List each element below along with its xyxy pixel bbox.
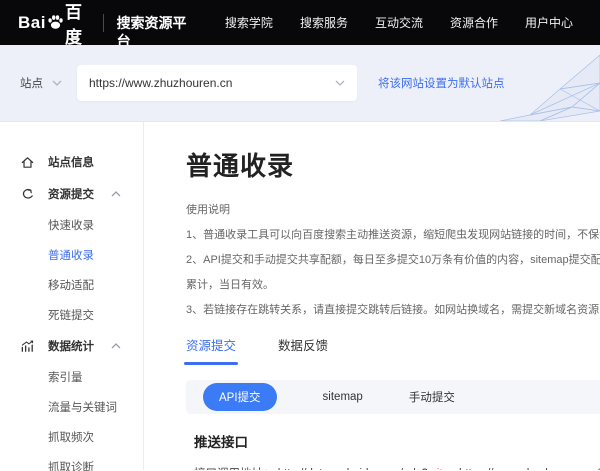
baidu-logo[interactable]: Bai 百度 [18, 0, 91, 48]
submit-method-bar: API提交 sitemap 手动提交 [186, 380, 600, 414]
subtab-api-submit[interactable]: API提交 [203, 383, 277, 411]
main-area: 站点信息 资源提交 快速收录 普通收录 移动适配 死链提交 [0, 122, 600, 470]
chevron-down-icon [335, 80, 345, 86]
sidebar-item-dead-link-submit[interactable]: 死链提交 [0, 300, 143, 330]
nav-item-user-center[interactable]: 用户中心 [525, 14, 573, 31]
usage-line-2: 2、API提交和手动提交共享配额，每日至多提交10万条有价值的内容，sitema… [186, 248, 600, 273]
sidebar: 站点信息 资源提交 快速收录 普通收录 移动适配 死链提交 [0, 122, 144, 470]
url-param-site: site [431, 468, 449, 470]
sidebar-item-index-volume[interactable]: 索引量 [0, 362, 143, 392]
nav-item-search-service[interactable]: 搜索服务 [300, 14, 348, 31]
nav-item-resource-coop[interactable]: 资源合作 [450, 14, 498, 31]
site-url-value: https://www.zhuzhouren.cn [89, 76, 232, 90]
sidebar-item-traffic-keywords[interactable]: 流量与关键词 [0, 392, 143, 422]
tab-data-feedback[interactable]: 数据反馈 [278, 335, 328, 365]
url-part: http://data.zz.baidu.com/urls? [278, 468, 428, 470]
sidebar-item-resource-submit[interactable]: 资源提交 [0, 178, 143, 210]
logo-text-bai: Bai [18, 13, 46, 33]
logo-text-du: 百度 [65, 0, 91, 48]
site-label-dropdown[interactable]: 站点 [20, 75, 62, 91]
site-label-text: 站点 [20, 75, 43, 91]
site-url-select[interactable]: https://www.zhuzhouren.cn [77, 65, 357, 101]
home-icon [20, 154, 36, 170]
page-title: 普通收录 [186, 146, 600, 183]
bar-chart-icon [20, 338, 36, 354]
sidebar-label: 站点信息 [48, 154, 121, 170]
submit-arrow-icon [20, 186, 36, 202]
usage-line-3: 3、若链接存在跳转关系，请直接提交跳转后链接。如网站换域名，需提交新域名资源；进… [186, 298, 600, 323]
sidebar-item-data-statistics[interactable]: 数据统计 [0, 330, 143, 362]
usage-line-1: 1、普通收录工具可以向百度搜索主动推送资源，缩短爬虫发现网站链接的时间，不保证收… [186, 223, 600, 248]
sidebar-item-site-info[interactable]: 站点信息 [0, 146, 143, 178]
sidebar-label: 数据统计 [48, 338, 111, 354]
sidebar-label: 资源提交 [48, 186, 111, 202]
subtab-manual-submit[interactable]: 手动提交 [409, 389, 455, 405]
interface-call-address: 接口调用地址： http://data.zz.baidu.com/urls? s… [194, 465, 600, 470]
content-tabs: 资源提交 数据反馈 [186, 335, 600, 365]
chevron-up-icon[interactable] [111, 343, 121, 349]
set-default-site-link[interactable]: 将该网站设置为默认站点 [378, 75, 505, 91]
baidu-paw-icon [47, 14, 64, 31]
top-nav-items: 搜索学院 搜索服务 互动交流 资源合作 用户中心 [225, 14, 600, 31]
usage-line-2-cont: 累计，当日有效。 [186, 273, 600, 298]
sidebar-item-fast-inclusion[interactable]: 快速收录 [0, 210, 143, 240]
content-area: 普通收录 使用说明 1、普通收录工具可以向百度搜索主动推送资源，缩短爬虫发现网站… [144, 122, 600, 470]
usage-instructions-heading: 使用说明 [186, 201, 600, 217]
url-part: =https://www.zhuzhouren.cn& [452, 468, 600, 470]
chevron-up-icon[interactable] [111, 191, 121, 197]
push-interface-heading: 推送接口 [194, 431, 600, 451]
sidebar-item-normal-inclusion[interactable]: 普通收录 [0, 240, 143, 270]
top-navbar: Bai 百度 搜索资源平台 搜索学院 搜索服务 互动交流 资源合作 用户中心 [0, 0, 600, 45]
chevron-down-icon [52, 80, 62, 86]
address-label: 接口调用地址： [194, 468, 275, 470]
push-interface-section: 推送接口 接口调用地址： http://data.zz.baidu.com/ur… [186, 431, 600, 470]
tab-resource-submit[interactable]: 资源提交 [186, 335, 236, 365]
sidebar-item-crawl-frequency[interactable]: 抓取频次 [0, 422, 143, 452]
sidebar-item-mobile-adaptation[interactable]: 移动适配 [0, 270, 143, 300]
platform-brand[interactable]: 搜索资源平台 [103, 14, 191, 32]
nav-item-search-academy[interactable]: 搜索学院 [225, 14, 273, 31]
site-selector-band: 站点 https://www.zhuzhouren.cn 将该网站设置为默认站点 [0, 45, 600, 122]
sidebar-item-crawl-diagnosis[interactable]: 抓取诊断 [0, 452, 143, 471]
nav-item-interaction[interactable]: 互动交流 [375, 14, 423, 31]
subtab-sitemap[interactable]: sitemap [323, 391, 363, 403]
